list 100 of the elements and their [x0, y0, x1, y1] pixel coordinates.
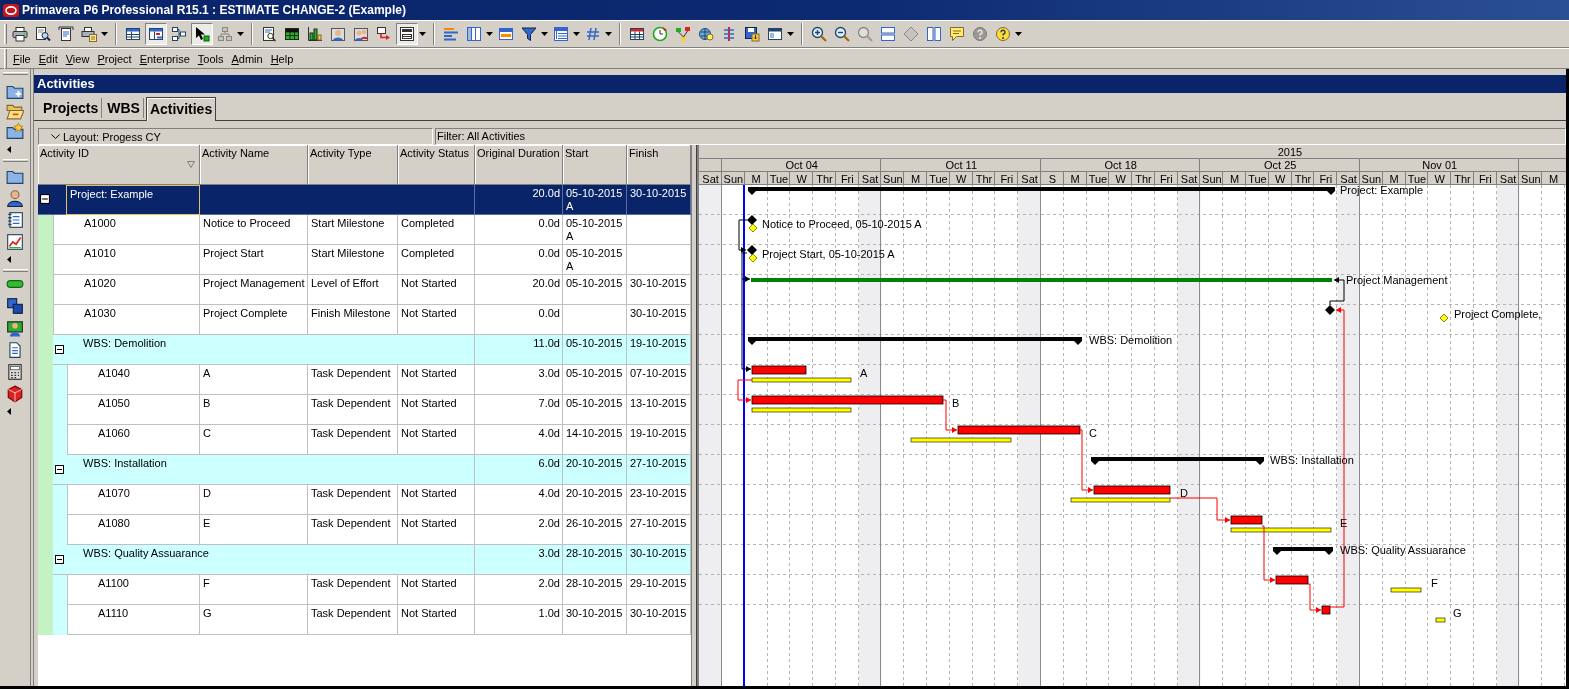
open-folder-icon[interactable] [6, 102, 24, 120]
column-header[interactable]: Original Duration [475, 145, 563, 185]
person-icon[interactable] [330, 26, 346, 42]
dependency-arrow [1307, 583, 1322, 613]
window-icon[interactable] [498, 26, 514, 42]
column-header[interactable]: Finish [627, 145, 691, 185]
person-screen-icon[interactable] [6, 319, 24, 337]
column-header[interactable]: Activity Name [200, 145, 308, 185]
caret-down-icon[interactable] [573, 32, 580, 36]
day-label: Tue [1407, 172, 1427, 185]
printer-settings-icon[interactable] [81, 26, 97, 42]
table-row[interactable]: A1030 Project Complete Finish Milestone Not Started 0.0d 30-10-2015 [53, 305, 691, 335]
clock-icon[interactable] [652, 26, 668, 42]
window-icon[interactable] [767, 26, 783, 42]
notebook-icon[interactable] [6, 211, 24, 229]
gantt-chart-icon[interactable] [145, 23, 167, 45]
table-row[interactable]: A1080 E Task Dependent Not Started 2.0d 26-10-2015 27-10-2015 [67, 515, 691, 545]
grid-icon[interactable] [629, 26, 645, 42]
menu-item[interactable]: Project [93, 50, 136, 67]
report-icon[interactable] [261, 26, 277, 42]
left-arrow-icon[interactable] [6, 146, 11, 153]
stacked-squares-icon[interactable] [6, 297, 24, 315]
layout-dropdown[interactable]: Layout: Progess CY [38, 128, 433, 145]
help-icon[interactable] [995, 26, 1011, 42]
folder-star-icon[interactable] [6, 122, 24, 140]
collapse-icon[interactable] [55, 465, 64, 474]
left-arrow-icon[interactable] [6, 256, 11, 263]
table-row[interactable]: A1050 B Task Dependent Not Started 7.0d 05-10-2015 13-10-2015 [67, 395, 691, 425]
collapse-icon[interactable] [55, 555, 64, 564]
column-header[interactable]: Activity Status [398, 145, 475, 185]
printer-icon[interactable] [12, 26, 28, 42]
menu-item[interactable]: Edit [34, 50, 62, 67]
menu-item[interactable]: View [61, 50, 94, 67]
zoom-in-icon[interactable] [811, 26, 827, 42]
column-header[interactable]: Activity Type [308, 145, 398, 185]
split-view-icon[interactable] [880, 26, 896, 42]
column-header[interactable]: Start [563, 145, 627, 185]
calculator-icon[interactable] [6, 363, 24, 381]
caret-down-icon[interactable] [605, 32, 612, 36]
document-icon[interactable] [6, 341, 24, 359]
layout-icon[interactable] [396, 23, 418, 45]
zoom-out-icon[interactable] [834, 26, 850, 42]
two-columns-icon[interactable] [926, 26, 942, 42]
grip-icon[interactable] [4, 48, 7, 69]
collapse-icon[interactable] [40, 194, 50, 204]
hash-icon[interactable] [585, 26, 601, 42]
table-row[interactable]: A1060 C Task Dependent Not Started 4.0d 14-10-2015 19-10-2015 [67, 425, 691, 455]
menu-item[interactable]: Help [266, 50, 298, 67]
table-row[interactable]: A1040 A Task Dependent Not Started 3.0d 05-10-2015 07-10-2015 [67, 365, 691, 395]
columns-icon[interactable] [466, 26, 482, 42]
person-icon[interactable] [6, 189, 24, 207]
table-row[interactable]: A1100 F Task Dependent Not Started 2.0d 28-10-2015 29-10-2015 [67, 575, 691, 605]
spreadsheet-icon[interactable] [284, 26, 300, 42]
table-row[interactable]: A1000 Notice to Proceed Start Milestone Completed 0.0d 05-10-2015 A [53, 215, 691, 245]
menu-item[interactable]: File [9, 50, 35, 67]
print-preview-icon[interactable] [35, 26, 51, 42]
bars-icon[interactable] [443, 26, 459, 42]
bar-chart-icon[interactable] [307, 26, 323, 42]
caret-down-icon[interactable] [1015, 32, 1022, 36]
table-row[interactable]: A1020 Project Management Level of Effort Not Started 20.0d 05-10-2015 30-10-2015 [53, 275, 691, 305]
tab[interactable]: Activities [145, 97, 217, 121]
network-diagram-icon[interactable] [171, 26, 187, 42]
caret-down-icon[interactable] [541, 32, 548, 36]
tab[interactable]: WBS [104, 98, 144, 118]
pointer-icon[interactable] [191, 23, 213, 45]
comment-icon[interactable] [949, 26, 965, 42]
menu-item[interactable]: Enterprise [135, 50, 194, 67]
table-view-icon[interactable] [125, 26, 141, 42]
caret-down-icon[interactable] [486, 32, 493, 36]
table-row[interactable]: Project: Example 20.0d 05-10-2015 A 30-10-2015 [38, 185, 691, 215]
grip-icon[interactable] [4, 24, 7, 44]
splitter-handle[interactable] [691, 145, 697, 686]
menu-item[interactable]: Admin [227, 50, 267, 67]
left-arrow-icon[interactable] [6, 408, 11, 415]
caret-down-icon[interactable] [101, 32, 108, 36]
table-row[interactable]: WBS: Demolition 11.0d 05-10-2015 19-10-2015 [53, 335, 691, 365]
table-row[interactable]: A1110 G Task Dependent Not Started 1.0d 30-10-2015 30-10-2015 [67, 605, 691, 635]
return-arrow-icon[interactable] [376, 26, 392, 42]
line-chart-icon[interactable] [6, 233, 24, 251]
day-label: Sat [702, 172, 719, 185]
caret-down-icon[interactable] [237, 32, 244, 36]
list-icon[interactable] [553, 26, 569, 42]
caret-down-icon[interactable] [419, 32, 426, 36]
table-row[interactable]: A1010 Project Start Start Milestone Completed 0.0d 05-10-2015 A [53, 245, 691, 275]
page-setup-icon[interactable] [58, 26, 74, 42]
filter-icon[interactable] [521, 26, 537, 42]
cube-icon[interactable] [6, 385, 24, 403]
column-header[interactable]: Activity ID [38, 145, 200, 185]
save-icon[interactable] [744, 26, 760, 42]
tab[interactable]: Projects [40, 98, 103, 118]
caret-down-icon[interactable] [787, 32, 794, 36]
table-row[interactable]: WBS: Quality Assuarance 3.0d 28-10-2015 30-10-2015 [53, 545, 691, 575]
tree-icon[interactable] [675, 26, 691, 42]
menu-item[interactable]: Tools [193, 50, 228, 67]
collapse-icon[interactable] [55, 345, 64, 354]
table-row[interactable]: A1070 D Task Dependent Not Started 4.0d 20-10-2015 23-10-2015 [67, 485, 691, 515]
crossed-lines-icon[interactable] [721, 26, 737, 42]
globe-icon[interactable] [698, 26, 714, 42]
people-icon[interactable] [353, 26, 369, 42]
table-row[interactable]: WBS: Installation 6.0d 20-10-2015 27-10-2015 [53, 455, 691, 485]
